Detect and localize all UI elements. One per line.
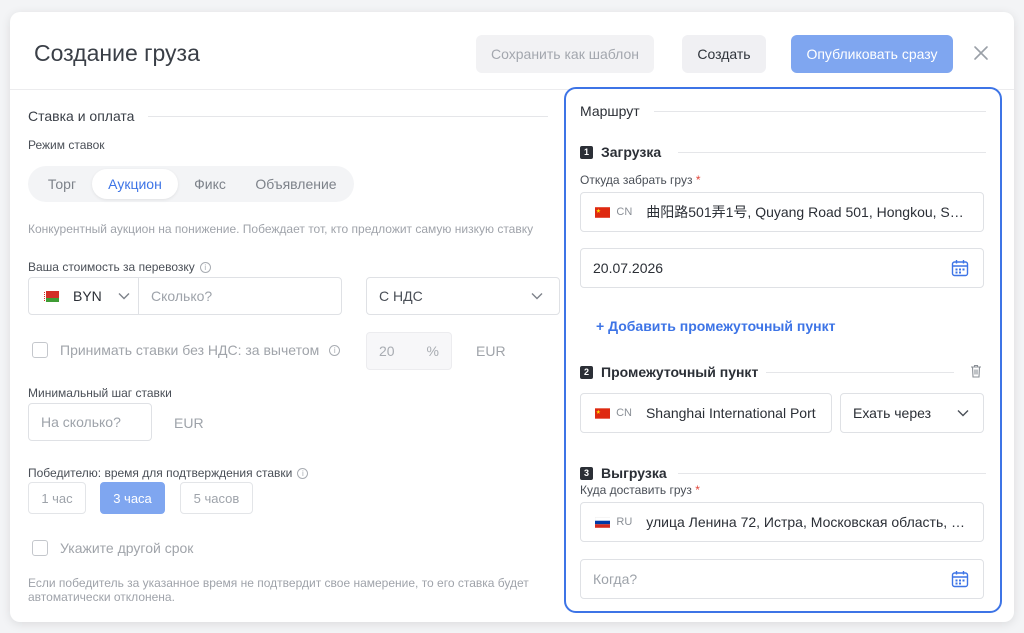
- create-button[interactable]: Создать: [682, 35, 766, 73]
- via-select[interactable]: Ехать через: [840, 393, 984, 433]
- unloading-title: 3 Выгрузка: [580, 465, 667, 481]
- no-vat-percent-input[interactable]: 20 %: [366, 332, 452, 370]
- to-address-value: улица Ленина 72, Истра, Московская облас…: [646, 514, 971, 530]
- flag-ru-icon: [595, 516, 611, 528]
- currency-value: BYN: [73, 288, 102, 304]
- chevron-down-icon: [118, 293, 130, 300]
- intermediate-title: 2 Промежуточный пункт: [580, 364, 758, 380]
- country-code: CN: [616, 407, 632, 419]
- min-step-label: Минимальный шаг ставки: [28, 386, 172, 400]
- cost-label: Ваша стоимость за перевозку: [28, 260, 195, 274]
- modal-header: Создание груза Сохранить как шаблон Созд…: [10, 12, 1014, 90]
- cost-input-group: BYN Сколько?: [28, 277, 342, 315]
- calendar-icon[interactable]: [951, 570, 969, 588]
- required-mark: *: [695, 483, 700, 497]
- step-number: 1: [580, 145, 593, 159]
- via-value: Ехать через: [853, 405, 932, 421]
- from-label-row: Откуда забрать груз *: [580, 173, 700, 187]
- loading-title-text: Загрузка: [601, 144, 662, 160]
- create-cargo-modal: Создание груза Сохранить как шаблон Созд…: [10, 12, 1014, 622]
- to-label-row: Куда доставить груз *: [580, 483, 700, 497]
- vat-value: С НДС: [379, 288, 423, 304]
- bid-mode-switch: Торг Аукцион Фикс Объявление: [28, 166, 354, 202]
- no-vat-percent-value: 20: [379, 343, 395, 359]
- other-term-checkbox[interactable]: [32, 540, 48, 556]
- no-vat-label-row: Принимать ставки без НДС: за вычетом i: [60, 342, 341, 358]
- divider: [678, 152, 986, 153]
- to-address-input[interactable]: RU улица Ленина 72, Истра, Московская об…: [580, 502, 984, 542]
- trash-icon[interactable]: [970, 364, 982, 378]
- min-step-placeholder: На сколько?: [41, 414, 121, 430]
- divider: [654, 111, 986, 112]
- winner-label: Победителю: время для подтверждения став…: [28, 466, 293, 480]
- intermediate-address-input[interactable]: CN Shanghai International Port: [580, 393, 832, 433]
- info-icon: i: [297, 467, 309, 479]
- time-5h-button[interactable]: 5 часов: [180, 482, 253, 514]
- chevron-down-icon: [957, 410, 969, 417]
- section-title-rate: Ставка и оплата: [28, 108, 135, 124]
- percent-sign: %: [426, 343, 439, 359]
- divider: [148, 116, 548, 117]
- save-template-button[interactable]: Сохранить как шаблон: [476, 35, 654, 73]
- from-address-value: 曲阳路501弄1号, Quyang Road 501, Hongkou, Sha…: [646, 204, 971, 220]
- loading-date-value: 20.07.2026: [593, 260, 664, 276]
- rate-and-payment-section: Ставка и оплата Режим ставок Торг Аукцио…: [28, 90, 560, 622]
- route-section: Маршрут 1 Загрузка Откуда забрать груз *…: [564, 87, 1002, 613]
- info-icon: i: [329, 344, 341, 356]
- intermediate-title-text: Промежуточный пункт: [601, 364, 759, 380]
- bid-mode-label: Режим ставок: [28, 138, 105, 152]
- unloading-date-placeholder: Когда?: [593, 571, 638, 587]
- unloading-date-input[interactable]: Когда?: [580, 559, 984, 599]
- mode-announcement[interactable]: Объявление: [242, 169, 350, 199]
- min-step-input[interactable]: На сколько?: [28, 403, 152, 441]
- flag-by-icon: [43, 290, 59, 302]
- country-code: RU: [616, 516, 633, 528]
- from-address-input[interactable]: CN 曲阳路501弄1号, Quyang Road 501, Hongkou, …: [580, 192, 984, 232]
- winner-hint-line1: Если победитель за указанное время не по…: [28, 576, 529, 590]
- country-code: CN: [616, 206, 633, 218]
- winner-label-row: Победителю: время для подтверждения став…: [28, 466, 309, 480]
- step-number: 2: [580, 365, 593, 379]
- loading-date-input[interactable]: 20.07.2026: [580, 248, 984, 288]
- mode-torg[interactable]: Торг: [32, 169, 92, 199]
- unloading-title-text: Выгрузка: [601, 465, 667, 481]
- currency-select[interactable]: BYN: [29, 278, 139, 314]
- cost-label-row: Ваша стоимость за перевозку i: [28, 260, 211, 274]
- no-vat-checkbox[interactable]: [32, 342, 48, 358]
- close-icon[interactable]: [970, 42, 992, 64]
- time-1h-button[interactable]: 1 час: [28, 482, 86, 514]
- intermediate-address-value: Shanghai International Port: [645, 405, 816, 421]
- page-title: Создание груза: [34, 40, 200, 66]
- winner-hint-line2: автоматически отклонена.: [28, 590, 175, 604]
- from-label: Откуда забрать груз: [580, 173, 693, 187]
- add-intermediate-point-link[interactable]: + Добавить промежуточный пункт: [596, 318, 835, 334]
- section-title-route: Маршрут: [580, 103, 640, 119]
- info-icon: i: [199, 261, 211, 273]
- to-label: Куда доставить груз: [580, 483, 692, 497]
- divider: [766, 372, 954, 373]
- loading-title: 1 Загрузка: [580, 144, 661, 160]
- chevron-down-icon: [531, 293, 543, 300]
- flag-cn-icon: [595, 407, 611, 419]
- mode-auction[interactable]: Аукцион: [92, 169, 178, 199]
- time-3h-button[interactable]: 3 часа: [100, 482, 165, 514]
- winner-time-options: 1 час 3 часа 5 часов: [28, 482, 288, 514]
- required-mark: *: [695, 173, 701, 187]
- amount-input[interactable]: Сколько?: [139, 288, 212, 304]
- step-number: 3: [580, 466, 593, 480]
- mode-fix[interactable]: Фикс: [178, 169, 242, 199]
- publish-button[interactable]: Опубликовать сразу: [791, 35, 953, 73]
- no-vat-label: Принимать ставки без НДС: за вычетом: [60, 342, 320, 358]
- no-vat-currency: EUR: [476, 343, 506, 359]
- divider: [678, 473, 986, 474]
- vat-select[interactable]: С НДС: [366, 277, 560, 315]
- mode-hint: Конкурентный аукцион на понижение. Побеж…: [28, 222, 534, 236]
- min-step-currency: EUR: [174, 415, 204, 431]
- other-term-label: Укажите другой срок: [60, 540, 194, 556]
- calendar-icon[interactable]: [951, 259, 969, 277]
- flag-cn-icon: [595, 206, 611, 218]
